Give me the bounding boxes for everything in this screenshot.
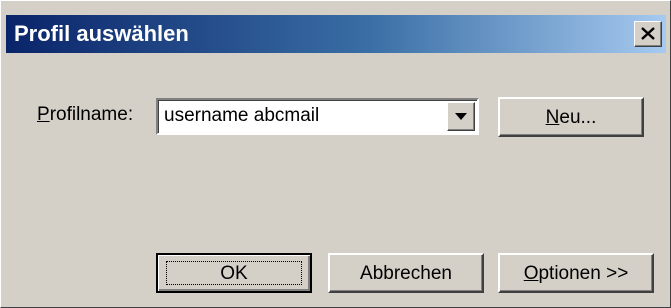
profile-name-selected-value: username abcmail (164, 105, 320, 126)
new-profile-button-label-rest: eu... (559, 107, 597, 128)
options-button-mnemonic: O (523, 263, 539, 284)
cancel-button-label: Abbrechen (360, 263, 452, 284)
new-profile-button-label: Neu... (500, 107, 642, 129)
dialog-title: Profil auswählen (14, 21, 189, 46)
profile-name-combobox[interactable]: username abcmail (156, 98, 479, 135)
options-button[interactable]: Optionen >> (498, 253, 654, 293)
options-button-label: Optionen >> (500, 263, 652, 285)
ok-button-label: OK (220, 263, 248, 284)
cancel-button[interactable]: Abbrechen (328, 253, 484, 293)
profile-dropdown-button[interactable] (447, 102, 475, 131)
new-profile-button[interactable]: Neu... (498, 97, 644, 137)
profile-name-label: Profilname: (37, 104, 133, 126)
profile-name-label-mnemonic: P (37, 104, 50, 125)
close-button[interactable] (634, 21, 662, 47)
chevron-down-icon (455, 113, 467, 120)
title-bar[interactable]: Profil auswählen (6, 15, 666, 53)
profile-name-label-rest: rofilname: (49, 104, 134, 125)
options-button-label-rest: ptionen >> (538, 263, 629, 284)
profile-dialog: Profil auswählen Profilname: username ab… (0, 0, 671, 308)
ok-button[interactable]: OK (156, 253, 312, 293)
close-x-icon (641, 27, 655, 40)
new-profile-button-mnemonic: N (545, 107, 560, 128)
